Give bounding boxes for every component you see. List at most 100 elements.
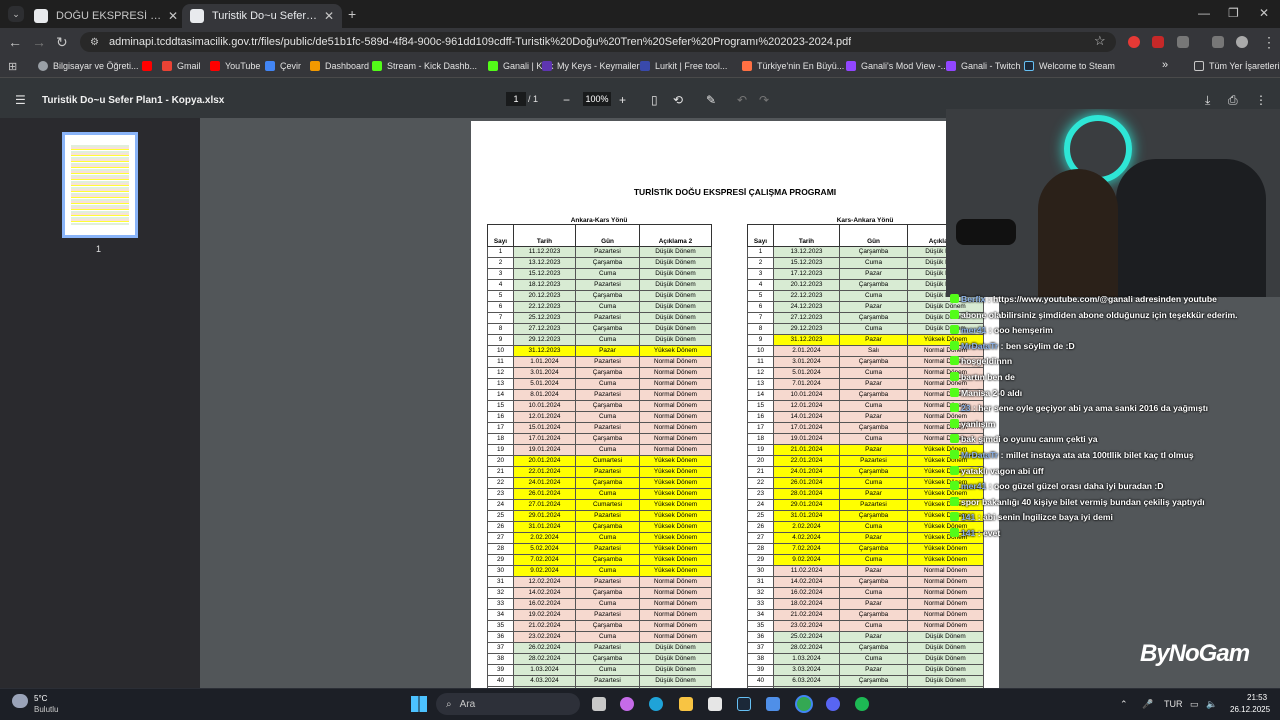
profile-avatar[interactable] xyxy=(1236,36,1248,48)
bookmark-item[interactable]: Türkiye'nin En Büyü... xyxy=(742,61,844,71)
date-cell: 5.01.2024 xyxy=(513,378,576,390)
menu-icon[interactable]: ☰ xyxy=(15,93,26,107)
start-windows-icon[interactable] xyxy=(411,696,427,712)
table-row: 1 11.12.2023 Pazartesi Düşük Dönem xyxy=(487,246,712,258)
tray-overflow-icon[interactable]: ⌃ xyxy=(1120,699,1128,710)
date-cell: 22.12.2023 xyxy=(773,290,840,302)
table-row: 16 12.01.2024 Cuma Normal Dönem xyxy=(487,411,712,423)
undo-icon[interactable]: ↶ xyxy=(737,93,747,107)
day-cell: Cuma xyxy=(839,257,908,269)
day-cell: Çarşamba xyxy=(839,543,908,555)
chat-message: 23 : her sene oyle geçiyor abi ya ama sa… xyxy=(950,401,1280,417)
back-arrow-icon[interactable]: ← xyxy=(8,34,22,50)
all-bookmarks-folder[interactable]: Tüm Yer İşaretleri xyxy=(1194,61,1280,71)
microphone-tray-icon[interactable]: 🎤 xyxy=(1142,699,1153,710)
kick-badge-icon xyxy=(950,465,959,475)
bookmark-item[interactable]: Gmail xyxy=(162,61,201,71)
day-cell: Pazartesi xyxy=(575,510,640,522)
row-number-cell: 20 xyxy=(747,455,774,467)
file-explorer-icon[interactable] xyxy=(679,697,693,711)
bookmark-item[interactable]: Ganali - Twitch xyxy=(946,61,1020,71)
extension-icon[interactable] xyxy=(1152,36,1164,48)
table-row: 8 27.12.2023 Çarşamba Düşük Dönem xyxy=(487,323,712,335)
chat-message: spor bakanlığı 40 kişiye bilet vermiş bu… xyxy=(950,495,1280,511)
maximize-icon[interactable]: ❐ xyxy=(1228,6,1239,20)
copilot-icon[interactable] xyxy=(620,697,634,711)
steam-icon[interactable] xyxy=(737,697,751,711)
address-bar[interactable]: ⚙ adminapi.tcddtasimacilik.gov.tr/files/… xyxy=(80,32,1116,52)
task-view-icon[interactable] xyxy=(592,697,606,711)
network-icon[interactable]: ▭ xyxy=(1190,699,1199,710)
edge-icon[interactable] xyxy=(649,697,663,711)
close-tab-icon[interactable]: ✕ xyxy=(168,9,178,23)
day-cell: Çarşamba xyxy=(839,422,908,434)
zoom-out-icon[interactable]: − xyxy=(563,93,570,107)
reload-icon[interactable]: ↻ xyxy=(56,34,68,51)
app-icon[interactable] xyxy=(766,697,780,711)
day-cell: Pazar xyxy=(839,411,908,423)
bookmark-item[interactable]: YouTube xyxy=(210,61,260,71)
page-number-input[interactable]: 1 xyxy=(506,92,526,106)
rotate-icon[interactable]: ⟲ xyxy=(673,93,683,107)
fit-page-icon[interactable]: ▯ xyxy=(651,93,658,107)
zoom-input[interactable]: 100% xyxy=(583,92,611,106)
clock-date[interactable]: 26.12.2025 xyxy=(1230,705,1270,714)
chat-message: mer41 : ooo hemşerim xyxy=(950,323,1280,339)
volume-icon[interactable]: 🔈 xyxy=(1206,699,1217,710)
row-number-cell: 5 xyxy=(487,290,514,302)
page-thumbnail[interactable] xyxy=(62,132,138,238)
date-cell: 19.02.2024 xyxy=(513,609,576,621)
new-tab-button[interactable]: + xyxy=(348,6,356,22)
more-actions-icon[interactable]: ⋮ xyxy=(1255,93,1267,107)
zoom-in-icon[interactable]: + xyxy=(619,93,626,107)
site-info-icon[interactable]: ⚙ xyxy=(90,37,99,48)
date-cell: 16.02.2024 xyxy=(773,587,840,599)
close-window-icon[interactable]: ✕ xyxy=(1259,6,1269,20)
redo-icon[interactable]: ↷ xyxy=(759,93,769,107)
language-indicator[interactable]: TUR xyxy=(1164,699,1183,709)
minimize-icon[interactable]: — xyxy=(1198,6,1210,20)
clock-time[interactable]: 21:53 xyxy=(1247,693,1267,702)
bookmark-item[interactable]: Bilgisayar ve Öğreti... xyxy=(38,61,139,71)
close-tab-icon[interactable]: ✕ xyxy=(324,9,334,23)
day-cell: Pazar xyxy=(839,664,908,676)
discord-icon[interactable] xyxy=(826,697,840,711)
bookmark-item[interactable]: Stream - Kick Dashb... xyxy=(372,61,477,71)
bookmark-item[interactable]: Welcome to Steam xyxy=(1024,61,1115,71)
day-cell: Cumartesi xyxy=(575,499,640,511)
bookmark-item[interactable]: Çevir xyxy=(265,61,301,71)
bookmark-item[interactable]: Lurkit | Free tool... xyxy=(640,61,727,71)
row-number-cell: 8 xyxy=(747,323,774,335)
taskbar-search[interactable]: ⌕ Ara xyxy=(436,693,580,715)
weather-icon[interactable] xyxy=(12,694,28,708)
tab-search-button[interactable]: ⌄ xyxy=(8,6,24,22)
bookmark-star-icon[interactable]: ☆ xyxy=(1094,33,1106,49)
row-number-cell: 2 xyxy=(747,257,774,269)
chrome-icon[interactable] xyxy=(797,697,811,711)
extensions-puzzle-icon[interactable] xyxy=(1177,36,1189,48)
period-cell: Normal Dönem xyxy=(639,422,712,434)
extension-icon[interactable] xyxy=(1128,36,1140,48)
store-icon[interactable] xyxy=(708,697,722,711)
bookmark-item[interactable] xyxy=(142,61,157,71)
annotate-icon[interactable]: ✎ xyxy=(706,93,716,107)
tab-dogu-ekspresi[interactable]: DOĞU EKSPRESİ BİLETİ 2025 - Y ✕ xyxy=(26,4,186,28)
download-icon[interactable]: ⤓ xyxy=(1205,93,1210,108)
date-cell: 12.01.2024 xyxy=(513,411,576,423)
bookmark-item[interactable]: Dashboard xyxy=(310,61,369,71)
bookmark-item[interactable]: Ganali's Mod View -... xyxy=(846,61,948,71)
period-cell: Yüksek Dönem xyxy=(639,499,712,511)
more-bookmarks-button[interactable]: » xyxy=(1162,59,1168,71)
print-icon[interactable]: ⎙ xyxy=(1228,93,1238,108)
forward-arrow-icon[interactable]: → xyxy=(32,34,46,50)
tab-pdf[interactable]: Turistik Do~u Sefer Plan1 - Kopy ✕ xyxy=(182,4,342,28)
spotify-icon[interactable] xyxy=(855,697,869,711)
bookmark-item[interactable]: My Keys - Keymailer xyxy=(542,61,640,71)
apps-grid-icon[interactable]: ⊞ xyxy=(8,60,17,73)
chrome-menu-icon[interactable]: ⋮ xyxy=(1262,34,1276,51)
table-row: 13 7.01.2024 Pazar Normal Dönem xyxy=(747,378,984,390)
row-number-cell: 39 xyxy=(487,664,514,676)
tab-media-icon[interactable] xyxy=(1212,36,1224,48)
weather-temp[interactable]: 5°C xyxy=(34,694,47,703)
date-cell: 22.01.2024 xyxy=(773,455,840,467)
